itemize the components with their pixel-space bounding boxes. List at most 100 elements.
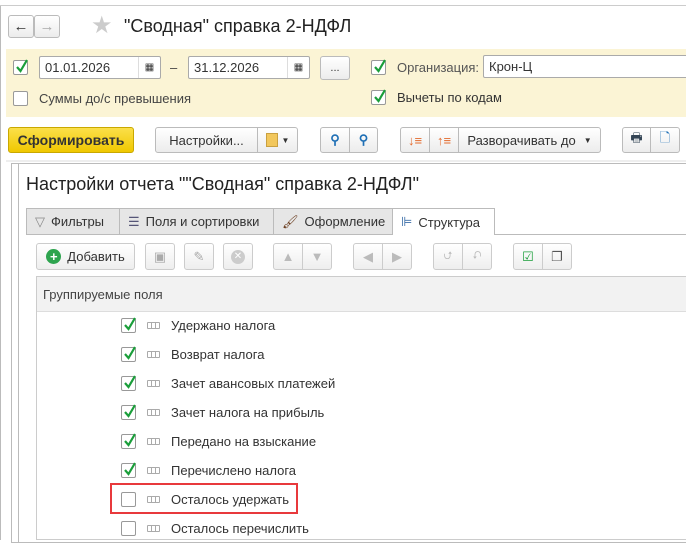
move-up-button[interactable]: ▲ (273, 243, 303, 270)
date-to-value: 31.12.2026 (194, 60, 260, 75)
field-checkbox[interactable] (121, 403, 136, 420)
collapse-list-icon: ↑≡ (436, 132, 452, 148)
arrow-right-icon: → (39, 18, 55, 35)
field-row[interactable]: Зачет налога на прибыль (121, 402, 324, 422)
calendar-icon[interactable]: ▦ (287, 57, 309, 78)
field-row[interactable]: Перечислено налога (121, 460, 296, 480)
field-icon (147, 524, 160, 532)
field-checkbox[interactable] (121, 432, 136, 449)
sums-checkbox[interactable] (13, 91, 28, 106)
date-to-field[interactable]: 31.12.2026 ▦ (188, 56, 310, 79)
divider (6, 160, 686, 162)
column-header: Группируемые поля (37, 277, 686, 312)
field-row[interactable]: Возврат налога (121, 344, 264, 364)
search-next-icon: ⚲ (358, 132, 369, 147)
field-icon (147, 466, 160, 474)
field-row[interactable]: Удержано налога (121, 315, 275, 335)
move-left-button[interactable]: ◀ (353, 243, 383, 270)
field-row[interactable]: Зачет авансовых платежей (121, 373, 335, 393)
expand-all-button[interactable]: ↓≡ (400, 127, 430, 153)
uncheck-all-button[interactable]: ❐ (542, 243, 572, 270)
tab-label: Поля и сортировки (145, 214, 260, 229)
filter-icon: ▽ (35, 213, 45, 229)
delete-circle-icon: ✕ (231, 249, 245, 264)
tab-label: Структура (418, 214, 481, 230)
field-checkbox[interactable] (121, 316, 136, 333)
print-preview-button[interactable]: 🗋 (650, 127, 680, 153)
printer-icon: 🖶 (630, 130, 643, 145)
variant-button[interactable]: ▼ (257, 127, 298, 153)
tab-filters[interactable]: ▽ Фильтры (26, 208, 120, 234)
arrow-right-icon: ▶ (392, 248, 402, 264)
field-checkbox[interactable] (121, 520, 136, 536)
date-from-field[interactable]: 01.01.2026 ▦ (39, 56, 161, 79)
group-down-icon: ⮏ (472, 250, 482, 262)
field-icon (147, 379, 160, 387)
field-label: Удержано налога (171, 317, 276, 333)
forward-button[interactable]: → (34, 15, 60, 38)
field-checkbox[interactable] (121, 461, 136, 478)
deductions-label: Вычеты по кодам (397, 90, 502, 105)
structure-icon: ⊫ (401, 214, 413, 229)
expand-to-button[interactable]: Разворачивать до ▼ (458, 127, 601, 153)
calendar-icon[interactable]: ▦ (138, 57, 160, 78)
add-group-icon: ▣ (153, 248, 167, 264)
field-label: Зачет авансовых платежей (171, 375, 336, 391)
add-button[interactable]: + Добавить (36, 243, 135, 270)
field-icon (147, 437, 160, 445)
group-up-button[interactable]: ⮍ (433, 243, 463, 270)
field-label: Осталось перечислить (171, 520, 309, 536)
chevron-down-icon: ▼ (281, 135, 290, 145)
report-variant-icon (265, 133, 278, 147)
field-icon (147, 321, 160, 329)
arrow-left-icon: ← (13, 18, 29, 35)
expand-list-icon: ↓≡ (407, 132, 423, 148)
group-down-button[interactable]: ⮏ (462, 243, 492, 270)
move-right-button[interactable]: ▶ (382, 243, 412, 270)
tab-label: Оформление (304, 214, 386, 229)
generate-button[interactable]: Сформировать (8, 127, 134, 153)
pencil-icon: ✎ (193, 248, 205, 264)
find-button[interactable]: ⚲ (320, 127, 350, 153)
print-button[interactable]: 🖶 (622, 127, 651, 153)
arrow-left-icon: ◀ (363, 248, 373, 264)
brush-icon: 🖌 (282, 213, 299, 229)
tab-appearance[interactable]: 🖌 Оформление (273, 208, 393, 234)
org-checkbox[interactable] (371, 59, 386, 75)
period-checkbox[interactable] (13, 59, 28, 75)
settings-button[interactable]: Настройки... (155, 127, 258, 153)
settings-title: Настройки отчета ""Сводная" справка 2-НД… (26, 174, 420, 194)
collapse-all-button[interactable]: ↑≡ (429, 127, 459, 153)
find-next-button[interactable]: ⚲ (349, 127, 378, 153)
period-select-button[interactable]: ... (320, 56, 350, 80)
tab-label: Фильтры (51, 214, 105, 229)
field-label: Перечислено налога (171, 462, 297, 478)
chevron-down-icon: ▼ (583, 135, 592, 145)
group-up-icon: ⮍ (443, 250, 453, 262)
tab-structure[interactable]: ⊫ Структура (392, 208, 495, 235)
back-button[interactable]: ← (8, 15, 34, 38)
sums-label: Суммы до/с превышения (39, 91, 192, 106)
star-icon[interactable]: ★ (91, 11, 113, 40)
field-row[interactable]: Осталось перечислить (121, 518, 309, 538)
field-checkbox[interactable] (121, 374, 136, 391)
add-group-button[interactable]: ▣ (145, 243, 175, 270)
field-label: Зачет налога на прибыль (171, 404, 325, 420)
search-icon: ⚲ (330, 132, 340, 147)
edit-button[interactable]: ✎ (184, 243, 214, 270)
page-title: "Сводная" справка 2-НДФЛ (124, 16, 352, 36)
check-all-icon: ☑ (522, 248, 534, 264)
field-checkbox[interactable] (121, 345, 136, 362)
field-label: Передано на взыскание (171, 433, 317, 449)
org-input[interactable]: Крон-Ц (483, 55, 686, 78)
field-row[interactable]: Передано на взыскание (121, 431, 316, 451)
expand-to-label: Разворачивать до (467, 132, 576, 148)
uncheck-all-icon: ❐ (551, 248, 563, 264)
tabs-baseline (26, 234, 686, 235)
deductions-checkbox[interactable] (371, 89, 386, 105)
tab-fields-sorting[interactable]: ☰ Поля и сортировки (119, 208, 274, 234)
add-label: Добавить (67, 249, 125, 264)
move-down-button[interactable]: ▼ (302, 243, 332, 270)
check-all-button[interactable]: ☑ (513, 243, 543, 270)
delete-button[interactable]: ✕ (223, 243, 253, 270)
